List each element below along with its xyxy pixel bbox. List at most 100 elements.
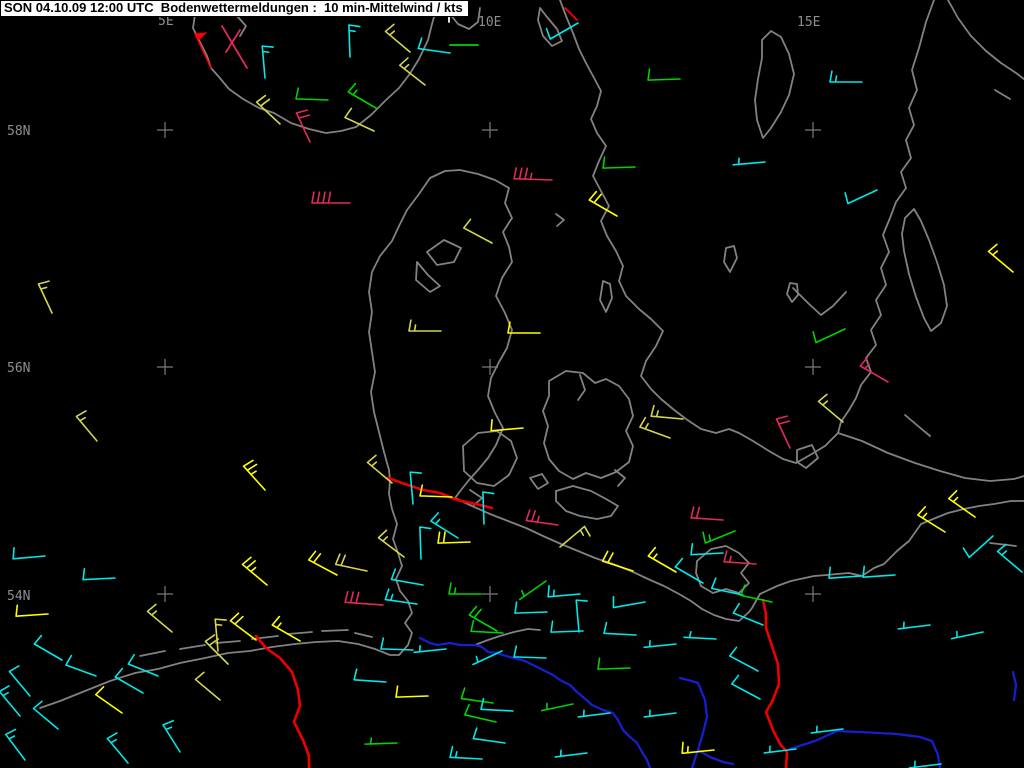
barb-shaft <box>464 219 492 243</box>
barb-shaft <box>508 322 540 333</box>
barb-shaft <box>560 526 590 547</box>
wind-barb <box>703 531 735 543</box>
barb-shaft <box>365 738 397 744</box>
wind-barb <box>818 394 843 422</box>
wind-barb <box>830 71 862 82</box>
barb-shaft <box>195 672 220 700</box>
river <box>790 731 940 768</box>
barb-shaft <box>13 548 45 559</box>
wind-barb <box>96 687 122 713</box>
barb-shaft <box>76 411 97 441</box>
barb-shaft <box>471 621 503 633</box>
graticule-label: 56N <box>7 361 30 376</box>
wind-barb <box>604 623 636 635</box>
river <box>1013 672 1016 700</box>
wind-barb <box>691 507 723 520</box>
barb-shaft <box>309 551 337 575</box>
coastline <box>355 633 372 637</box>
barb-shaft <box>96 687 122 713</box>
coastline <box>455 498 1024 621</box>
graticule-cross <box>805 586 821 602</box>
barb-shaft <box>644 710 676 717</box>
title-text: SON 04.10.09 12:00 UTC Bodenwettermeldun… <box>4 0 463 15</box>
barb-shaft <box>813 329 845 343</box>
wind-barb <box>949 491 975 517</box>
wind-barb <box>396 686 428 697</box>
barb-shaft <box>396 686 428 697</box>
wind-barb <box>691 544 723 555</box>
wind-barb <box>469 607 497 631</box>
coastline <box>560 0 838 463</box>
wind-barb <box>215 619 226 651</box>
coastline <box>322 630 348 631</box>
wind-barb <box>66 656 96 676</box>
barb-shaft <box>348 84 376 108</box>
barb-shaft <box>262 46 273 78</box>
wind-barb <box>547 23 578 39</box>
wind-barb <box>312 192 350 203</box>
barb-shaft <box>449 583 481 594</box>
barb-shaft <box>520 581 546 599</box>
barb-shaft <box>603 157 635 168</box>
wind-barb <box>257 96 280 124</box>
barb-shaft <box>107 733 128 763</box>
barb-shaft <box>514 646 546 658</box>
graticule-cross <box>157 586 173 602</box>
wind-barb <box>845 190 877 204</box>
barb-shaft <box>257 96 280 124</box>
barb-shaft <box>526 510 558 525</box>
coastline <box>838 433 1024 481</box>
barb-shaft <box>409 320 441 331</box>
barb-shaft <box>598 658 630 669</box>
wind-barb <box>262 46 273 78</box>
wind-barb <box>242 557 267 585</box>
coastline <box>578 375 585 400</box>
barb-shaft <box>481 699 513 711</box>
coastline <box>556 486 618 519</box>
wind-barb <box>345 592 383 605</box>
wind-barb <box>515 602 547 613</box>
wind-barb <box>450 747 482 759</box>
barb-shaft <box>898 622 930 629</box>
barb-shaft <box>732 675 760 699</box>
wind-barb <box>230 613 256 640</box>
barb-shaft <box>818 394 843 422</box>
barb-shaft <box>703 531 735 543</box>
barb-shaft <box>420 527 431 559</box>
barb-shaft <box>163 721 180 752</box>
coastline <box>463 431 517 486</box>
barb-shaft <box>296 88 328 100</box>
barb-shaft <box>491 420 523 431</box>
barb-shaft <box>548 586 580 597</box>
coastline <box>995 90 1010 99</box>
barb-shaft <box>952 632 983 639</box>
wind-barb <box>464 219 492 243</box>
wind-barb <box>648 548 676 572</box>
barb-shaft <box>764 746 796 753</box>
barb-shaft <box>691 507 723 520</box>
coastline <box>193 8 436 133</box>
barb-shaft <box>644 641 676 648</box>
map-fragment-line <box>226 30 240 52</box>
wind-barb <box>548 586 580 597</box>
wind-barb <box>542 704 573 711</box>
wind-barb <box>354 669 386 682</box>
barb-shaft <box>547 23 578 39</box>
wind-barb <box>898 622 930 629</box>
barb-shaft <box>242 557 267 585</box>
coastline <box>556 214 564 226</box>
wind-barb <box>860 358 888 382</box>
wind-barb <box>378 530 404 557</box>
barb-shaft <box>461 688 493 703</box>
barb-shaft <box>414 646 446 653</box>
wind-barb <box>76 411 97 441</box>
wind-barb <box>414 646 446 653</box>
barb-shaft <box>648 548 676 572</box>
coastline <box>288 632 312 634</box>
wind-barb <box>349 25 360 57</box>
wind-barb <box>6 729 25 760</box>
coastline <box>600 281 612 312</box>
barb-shaft <box>469 607 497 631</box>
wind-barb <box>576 600 587 632</box>
barb-shaft <box>733 604 763 625</box>
